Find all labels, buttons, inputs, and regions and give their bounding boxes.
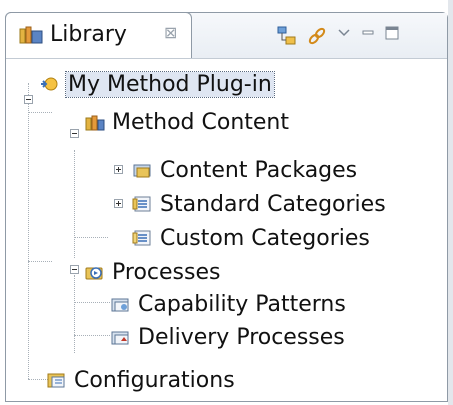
library-view: Library ⊠ My Method Plug-in Method Conte… <box>5 12 448 402</box>
collapse-toggle[interactable] <box>24 95 33 104</box>
show-hierarchy-icon[interactable] <box>276 25 298 47</box>
tree-item-label: Standard Categories <box>160 191 386 217</box>
expand-toggle[interactable] <box>114 199 123 208</box>
method-plugin-icon <box>41 77 58 91</box>
tree-item-processes[interactable]: Processes <box>84 255 220 289</box>
tree-item-custom-categories[interactable]: Custom Categories <box>132 221 370 255</box>
tree-guide-line <box>28 112 52 113</box>
library-books-icon <box>19 26 43 44</box>
tree-item-content-packages[interactable]: Content Packages <box>132 153 357 187</box>
tree-item-label: Processes <box>112 259 221 285</box>
tree-item-delivery-processes[interactable]: Delivery Processes <box>110 320 345 354</box>
processes-icon <box>85 267 103 280</box>
custom-categories-icon <box>132 230 151 246</box>
collapse-toggle[interactable] <box>70 265 79 274</box>
expand-toggle[interactable] <box>114 165 123 174</box>
library-tree: My Method Plug-in Method Content Content… <box>6 59 447 401</box>
collapse-toggle[interactable] <box>70 129 79 138</box>
tree-item-label: Capability Patterns <box>138 291 346 317</box>
link-with-editor-icon[interactable] <box>306 25 328 47</box>
content-package-icon <box>133 164 151 178</box>
tree-guide-line <box>74 335 110 336</box>
tree-item-my-method-plugin[interactable]: My Method Plug-in <box>40 67 275 101</box>
tree-item-configurations[interactable]: Configurations <box>46 363 235 397</box>
tree-item-label: Delivery Processes <box>138 324 345 350</box>
tree-item-label: Custom Categories <box>160 225 370 251</box>
library-tab[interactable]: Library ⊠ <box>5 12 192 58</box>
tree-item-label: Configurations <box>74 367 235 393</box>
tree-item-standard-categories[interactable]: Standard Categories <box>132 187 386 221</box>
tree-item-label: Method Content <box>112 109 289 135</box>
tree-guide-line <box>28 83 29 379</box>
minimize-icon[interactable] <box>360 25 376 41</box>
method-content-icon <box>85 115 105 131</box>
adjacent-view-edge <box>448 0 453 405</box>
tree-guide-line <box>28 379 48 380</box>
capability-patterns-icon <box>111 298 129 312</box>
maximize-icon[interactable] <box>384 25 400 41</box>
view-menu-chevron-icon[interactable] <box>336 25 352 41</box>
tree-guide-line <box>74 302 110 303</box>
tree-item-method-content[interactable]: Method Content <box>84 105 289 139</box>
tree-item-label: Content Packages <box>160 157 358 183</box>
tab-label: Library <box>50 22 127 47</box>
view-header: Library ⊠ <box>5 12 447 59</box>
standard-categories-icon <box>132 196 151 212</box>
tree-guide-line <box>74 150 75 258</box>
tree-guide-line <box>74 237 108 238</box>
tree-guide-line <box>28 261 52 262</box>
tree-item-label: My Method Plug-in <box>65 70 275 98</box>
configurations-icon <box>47 373 65 388</box>
tree-item-capability-patterns[interactable]: Capability Patterns <box>110 287 346 321</box>
tab-close-icon[interactable]: ⊠ <box>164 23 177 42</box>
tree-guide-line <box>74 275 75 353</box>
delivery-processes-icon <box>111 331 129 345</box>
